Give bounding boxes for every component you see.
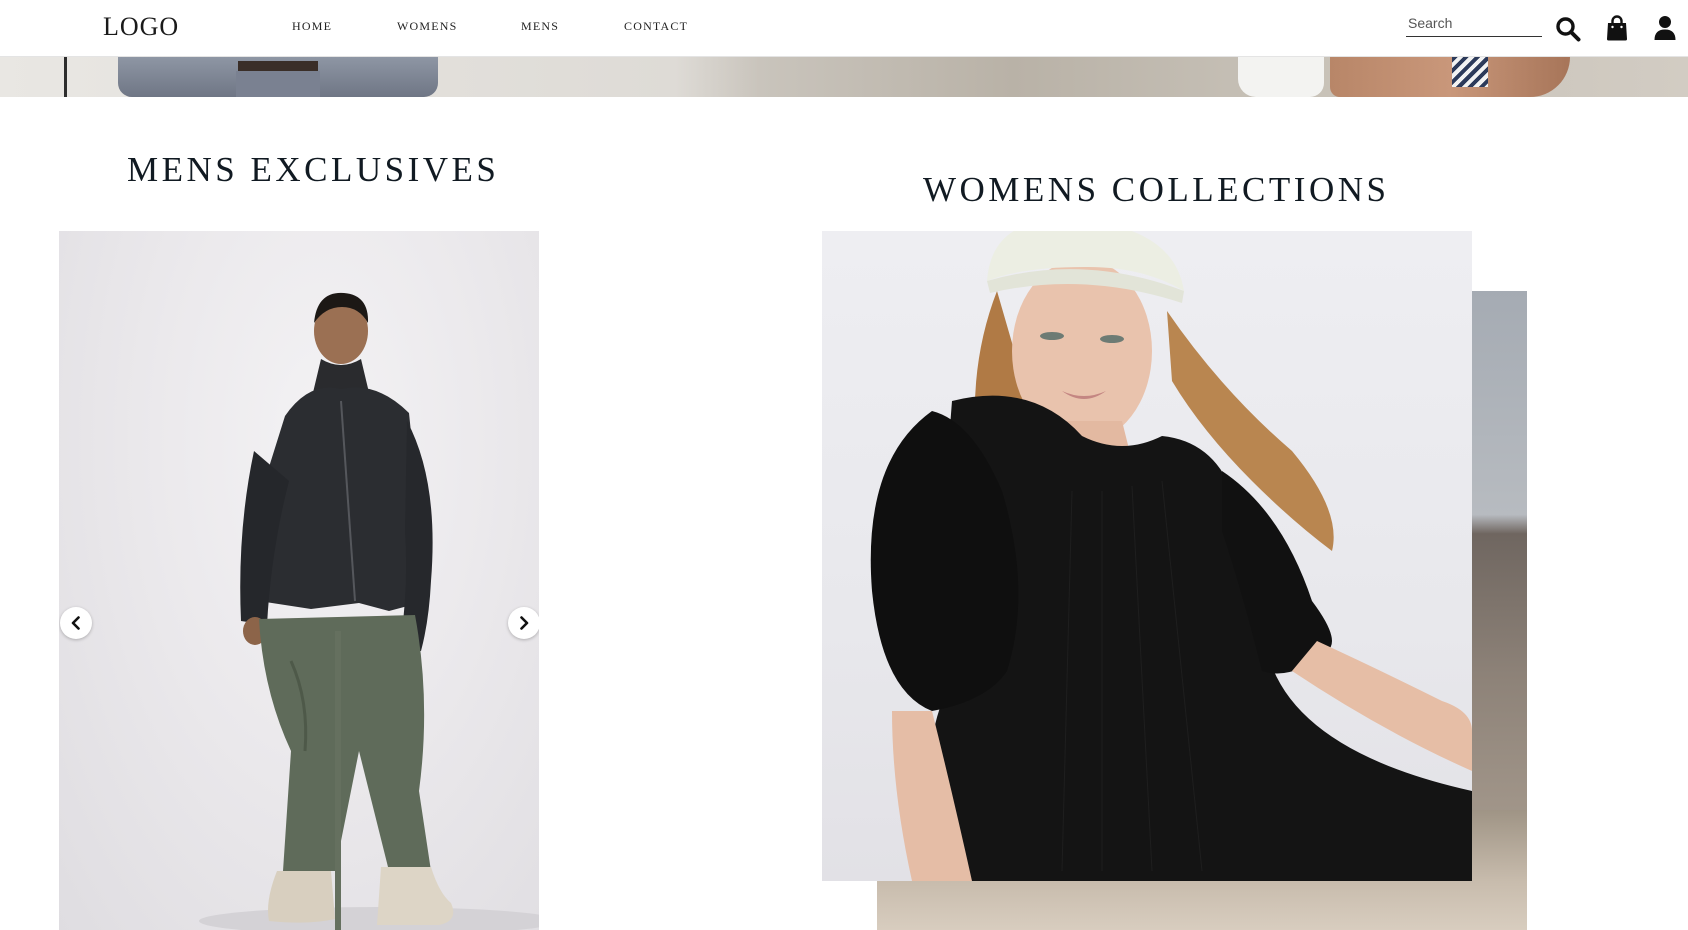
nav-link-mens[interactable]: MENS [521,19,559,34]
mens-section-title: MENS EXCLUSIVES [127,150,500,189]
hero-banner-image [0,57,1688,97]
carousel-prev-button[interactable] [60,607,92,639]
womens-section-title: WOMENS COLLECTIONS [923,170,1390,209]
mens-model-photo [199,292,539,930]
mens-carousel[interactable] [59,231,539,930]
chevron-right-icon [520,616,529,630]
shopping-bag-icon[interactable] [1606,15,1628,41]
chevron-left-icon [71,616,80,630]
logo[interactable]: LOGO [103,12,179,42]
search-input[interactable] [1406,10,1542,36]
nav-link-womens[interactable]: WOMENS [397,19,458,34]
search-field-container [1406,10,1542,37]
carousel-next-button[interactable] [508,607,539,639]
womens-model-photo[interactable] [822,231,1472,881]
search-icon[interactable] [1555,16,1581,42]
nav-link-contact[interactable]: CONTACT [624,19,688,34]
user-icon[interactable] [1654,15,1676,41]
top-navbar: LOGO HOME WOMENS MENS CONTACT [0,0,1688,57]
nav-link-home[interactable]: HOME [292,19,332,34]
